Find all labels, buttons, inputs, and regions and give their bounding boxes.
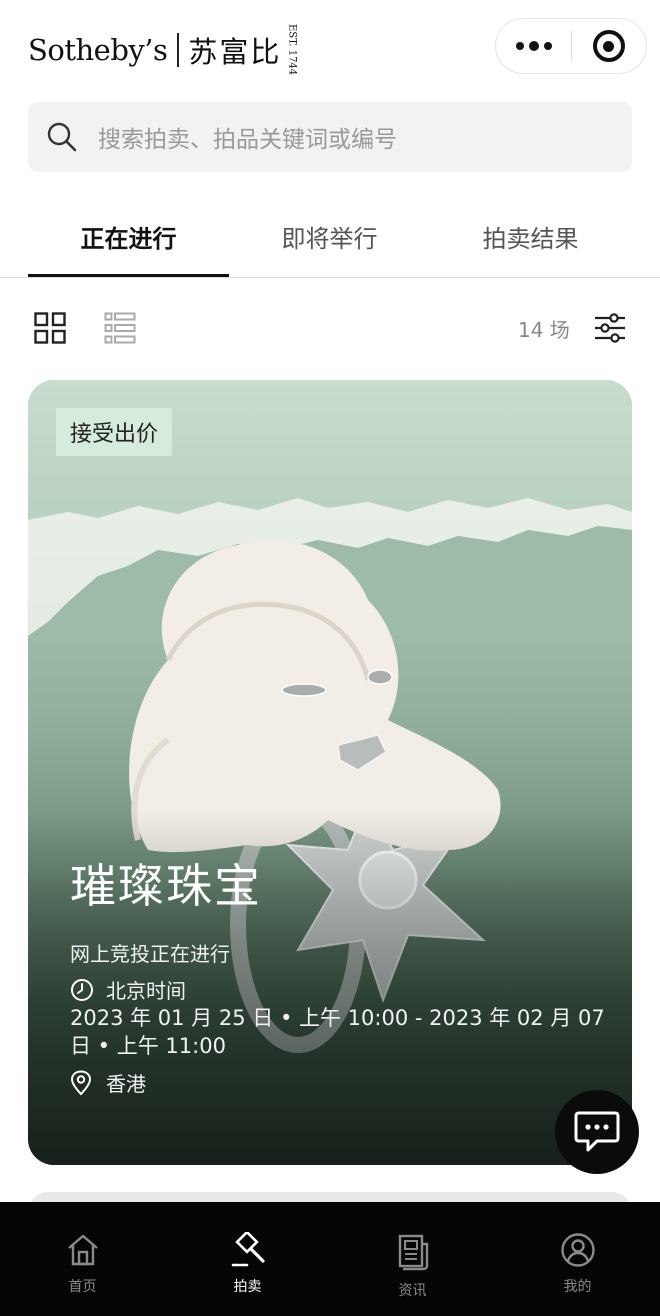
nav-home[interactable]: 首页	[0, 1202, 165, 1316]
bottom-nav: 首页 拍卖 资讯 我的	[0, 1202, 660, 1316]
location-pin-icon	[70, 1069, 92, 1095]
nav-news[interactable]: 资讯	[330, 1202, 495, 1316]
chat-bubble-icon	[574, 1111, 620, 1152]
auction-card[interactable]: 接受出价 璀璨珠宝 网上竞投正在进行 北京时间 2023 年 01 月 25 日…	[28, 380, 632, 1165]
logo-brand-cn: 苏富比	[188, 34, 282, 69]
auction-dates: 2023 年 01 月 25 日 • 上午 10:00 - 2023 年 02 …	[70, 1006, 605, 1058]
list-view-icon[interactable]	[104, 312, 136, 344]
auction-tabs: 正在进行 即将举行 拍卖结果	[0, 196, 660, 278]
chat-button[interactable]	[555, 1090, 639, 1174]
nav-home-label: 首页	[68, 1279, 97, 1295]
nav-auctions-label: 拍卖	[233, 1279, 262, 1295]
accepting-bids-badge: 接受出价	[56, 408, 173, 456]
close-miniprogram-icon[interactable]	[572, 18, 646, 74]
auction-title: 璀璨珠宝	[70, 859, 262, 913]
clock-icon	[71, 978, 93, 1001]
view-toolbar: 14 场	[0, 300, 660, 356]
logo-brand-en: Sotheby’s	[28, 32, 168, 67]
auction-count: 14 场	[518, 318, 570, 342]
auction-timezone: 北京时间	[70, 975, 186, 1004]
home-icon	[67, 1234, 98, 1266]
filter-icon[interactable]	[594, 312, 626, 344]
tab-results[interactable]: 拍卖结果	[430, 196, 631, 277]
news-icon	[398, 1234, 428, 1271]
miniprogram-capsule	[495, 18, 647, 74]
tab-upcoming[interactable]: 即将举行	[229, 196, 430, 277]
profile-icon	[560, 1233, 595, 1267]
auction-location: 香港	[70, 1068, 146, 1097]
more-options-icon[interactable]	[496, 18, 571, 74]
nav-news-label: 资讯	[398, 1283, 427, 1299]
search-placeholder: 搜索拍卖、拍品关键词或编号	[98, 127, 397, 153]
tab-ongoing[interactable]: 正在进行	[28, 196, 229, 277]
auction-status: 网上竞投正在进行	[70, 942, 230, 966]
search-bar[interactable]: 搜索拍卖、拍品关键词或编号	[28, 102, 632, 172]
nav-profile-label: 我的	[563, 1279, 592, 1295]
timezone-label: 北京时间	[106, 979, 186, 1003]
grid-view-icon[interactable]	[34, 312, 66, 344]
active-tab-indicator	[28, 274, 229, 277]
nav-auctions[interactable]: 拍卖	[165, 1202, 330, 1316]
logo-est: EST. 1744	[286, 24, 298, 76]
location-label: 香港	[106, 1072, 146, 1096]
logo-divider	[177, 32, 180, 67]
search-icon	[47, 122, 77, 152]
nav-profile[interactable]: 我的	[495, 1202, 660, 1316]
gavel-icon	[231, 1232, 265, 1267]
sothebys-logo: Sotheby’s 苏富比 EST. 1744	[28, 24, 297, 75]
app-header: Sotheby’s 苏富比 EST. 1744	[0, 0, 660, 92]
